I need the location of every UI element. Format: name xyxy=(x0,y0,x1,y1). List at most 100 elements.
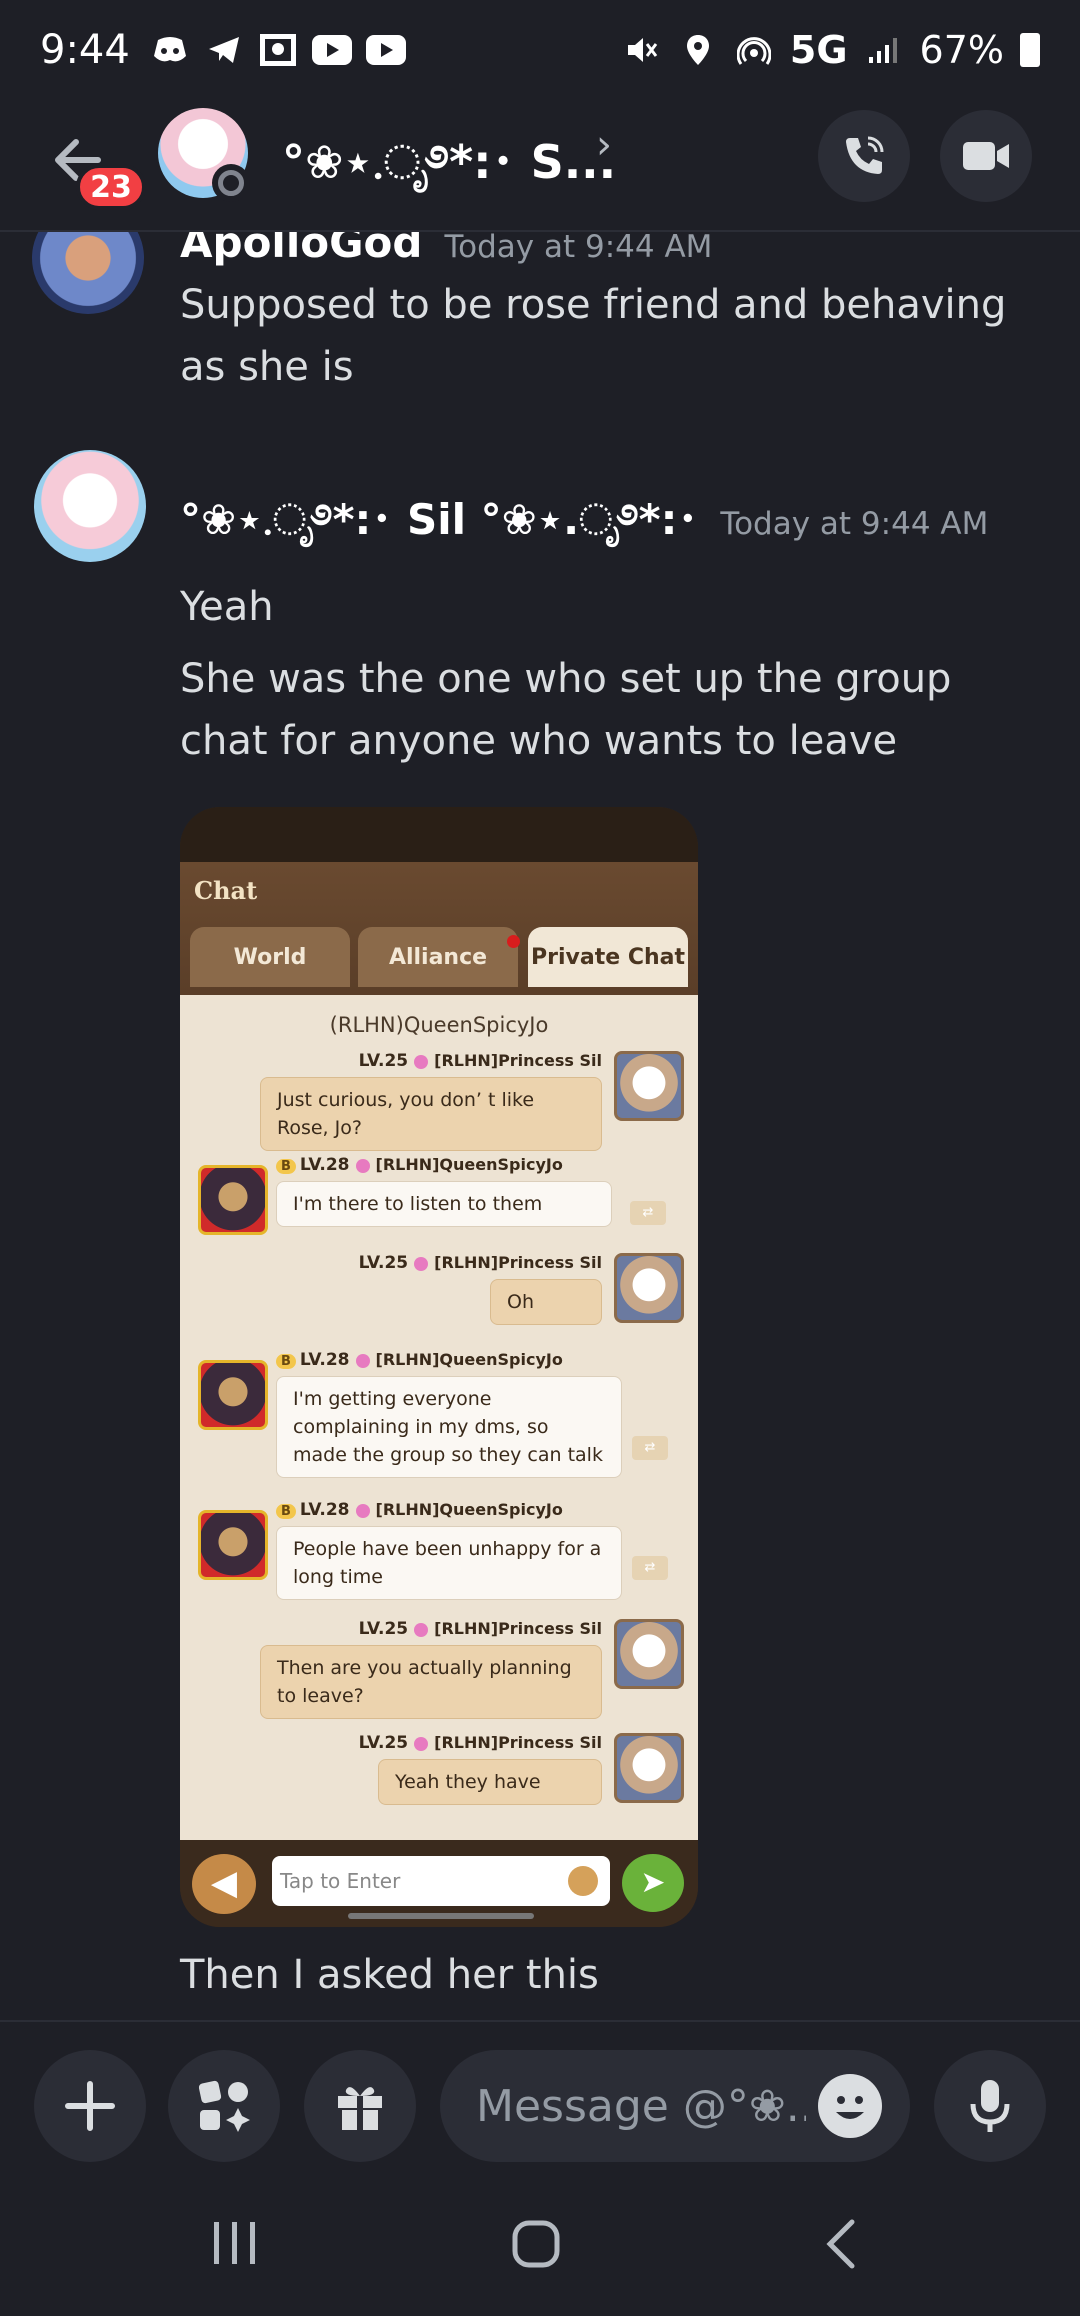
video-call-button[interactable] xyxy=(940,110,1032,202)
channel-name[interactable]: °❀⋆.ೃ࿔*:･ S... xyxy=(282,112,616,241)
battery-icon xyxy=(1020,33,1040,67)
back-nav-button[interactable] xyxy=(820,2218,860,2274)
emoji-icon xyxy=(568,1866,598,1896)
youtube-icon xyxy=(311,35,352,65)
avatar xyxy=(198,1165,268,1235)
message-timestamp: Today at 9:44 AM xyxy=(444,232,713,265)
chat-bubble: People have been unhappy for a long time xyxy=(276,1526,622,1600)
game-chat-area: (RLHN)QueenSpicyJo LV.25 [RLHN]Princess S… xyxy=(180,995,698,1840)
level-label: LV.25 xyxy=(358,1733,409,1753)
message-input[interactable] xyxy=(476,2050,806,2162)
gift-icon xyxy=(338,2087,382,2130)
gift-button[interactable] xyxy=(304,2050,416,2162)
smile-icon xyxy=(836,2096,864,2119)
chat-meta: LV.25 [RLHN]Princess Sil xyxy=(359,1733,602,1753)
signal-icon xyxy=(864,32,904,68)
vip-badge: B xyxy=(276,1159,296,1174)
pin-icon xyxy=(355,1353,370,1368)
translate-icon: ⇄ xyxy=(632,1556,668,1580)
chat-meta: LV.25 [RLHN]Princess Sil xyxy=(359,1051,602,1071)
send-icon: ➤ xyxy=(622,1854,684,1912)
avatar xyxy=(614,1619,684,1689)
avatar xyxy=(198,1510,268,1580)
chat-meta: LV.25 [RLHN]Princess Sil xyxy=(359,1253,602,1273)
tab-private-chat: Private Chat xyxy=(528,927,688,987)
player-name: [RLHN]Princess Sil xyxy=(434,1619,602,1638)
avatar xyxy=(198,1360,268,1430)
chat-peer-name: (RLHN)QueenSpicyJo xyxy=(329,1013,549,1037)
game-input-bar: ◀ Tap to Enter ➤ xyxy=(180,1840,698,1927)
player-name: [RLHN]QueenSpicyJo xyxy=(375,1155,563,1174)
telegram-icon xyxy=(204,32,244,68)
vip-badge: B xyxy=(276,1354,296,1369)
chat-meta: LV.25 [RLHN]Princess Sil xyxy=(359,1619,602,1639)
translate-icon: ⇄ xyxy=(632,1436,668,1460)
avatar[interactable] xyxy=(32,232,144,314)
home-indicator xyxy=(348,1913,534,1919)
notification-icons xyxy=(150,32,406,68)
voice-message-button[interactable] xyxy=(934,2050,1046,2162)
game-input: Tap to Enter xyxy=(272,1856,610,1906)
level-label: LV.25 xyxy=(358,1051,409,1071)
status-time: 9:44 xyxy=(40,27,130,73)
recent-apps-icon xyxy=(214,2222,255,2264)
pin-icon xyxy=(355,1158,370,1173)
image-top-bar xyxy=(180,807,698,862)
chevron-right-icon[interactable]: › xyxy=(596,122,612,168)
author-name[interactable]: ApolloGod xyxy=(180,232,422,267)
message-list[interactable]: ApolloGod Today at 9:44 AM Supposed to be… xyxy=(0,232,1080,2020)
chat-meta: B LV.28 [RLHN]QueenSpicyJo xyxy=(276,1350,563,1370)
hotspot-icon xyxy=(734,32,774,68)
apps-button[interactable] xyxy=(168,2050,280,2162)
player-name: [RLHN]QueenSpicyJo xyxy=(375,1350,563,1369)
system-icons: 5G 67% xyxy=(622,28,1040,72)
player-name: [RLHN]Princess Sil xyxy=(434,1051,602,1070)
image-attachment[interactable]: Chat World Alliance Private Chat (RLHN)Q… xyxy=(180,807,698,1927)
level-label: LV.25 xyxy=(358,1253,409,1273)
mute-icon xyxy=(622,32,662,68)
player-name: [RLHN]Princess Sil xyxy=(434,1253,602,1272)
message-text: Then I asked her this xyxy=(180,1952,599,1998)
recent-apps-button[interactable] xyxy=(210,2220,260,2270)
pin-icon xyxy=(414,1622,429,1637)
message-text: Yeah xyxy=(180,584,274,630)
level-label: LV.28 xyxy=(299,1155,350,1175)
level-label: LV.28 xyxy=(299,1350,350,1370)
pin-icon xyxy=(414,1054,429,1069)
avatar xyxy=(614,1733,684,1803)
chat-bubble: Yeah they have xyxy=(378,1759,602,1805)
emoji-button[interactable] xyxy=(818,2074,882,2138)
message-timestamp: Today at 9:44 AM xyxy=(720,506,989,542)
message-input-container[interactable] xyxy=(440,2050,910,2162)
chat-meta: B LV.28 [RLHN]QueenSpicyJo xyxy=(276,1155,563,1175)
chat-meta: B LV.28 [RLHN]QueenSpicyJo xyxy=(276,1500,563,1520)
chat-bubble: Then are you actually planning to leave? xyxy=(260,1645,602,1719)
youtube-icon xyxy=(365,35,406,65)
avatar xyxy=(614,1253,684,1323)
dm-header: 23 °❀⋆.ೃ࿔*:･ S... › xyxy=(0,100,1080,232)
home-button[interactable] xyxy=(510,2218,562,2274)
avatar[interactable] xyxy=(34,450,146,562)
add-attachment-button[interactable] xyxy=(34,2050,146,2162)
level-label: LV.28 xyxy=(299,1500,350,1520)
tab-world: World xyxy=(190,927,350,987)
microphone-icon xyxy=(970,2080,1010,2132)
message-author[interactable]: ApolloGod Today at 9:44 AM xyxy=(180,232,712,267)
status-bar: 9:44 5G 67% xyxy=(0,0,1080,100)
chat-bubble: I'm there to listen to them xyxy=(276,1181,612,1227)
photo-icon xyxy=(258,32,298,68)
plus-icon xyxy=(65,2081,115,2131)
pin-icon xyxy=(414,1736,429,1751)
phone-icon xyxy=(846,136,884,174)
chat-bubble: Just curious, you don’ t like Rose, Jo? xyxy=(260,1077,602,1151)
message-text: Supposed to be rose friend and behaving … xyxy=(180,282,1007,390)
player-name: [RLHN]QueenSpicyJo xyxy=(375,1500,563,1519)
translate-icon: ⇄ xyxy=(630,1201,666,1225)
player-name: [RLHN]Princess Sil xyxy=(434,1733,602,1752)
discord-icon xyxy=(150,32,190,68)
author-name[interactable]: °❀⋆.ೃ࿔*:･ Sil °❀⋆.ೃ࿔*:･ xyxy=(180,495,698,544)
message-author[interactable]: °❀⋆.ೃ࿔*:･ Sil °❀⋆.ೃ࿔*:･ Today at 9:44 AM xyxy=(180,472,988,591)
message-text: She was the one who set up the group cha… xyxy=(180,656,952,764)
tab-alliance: Alliance xyxy=(358,927,518,987)
voice-call-button[interactable] xyxy=(818,110,910,202)
